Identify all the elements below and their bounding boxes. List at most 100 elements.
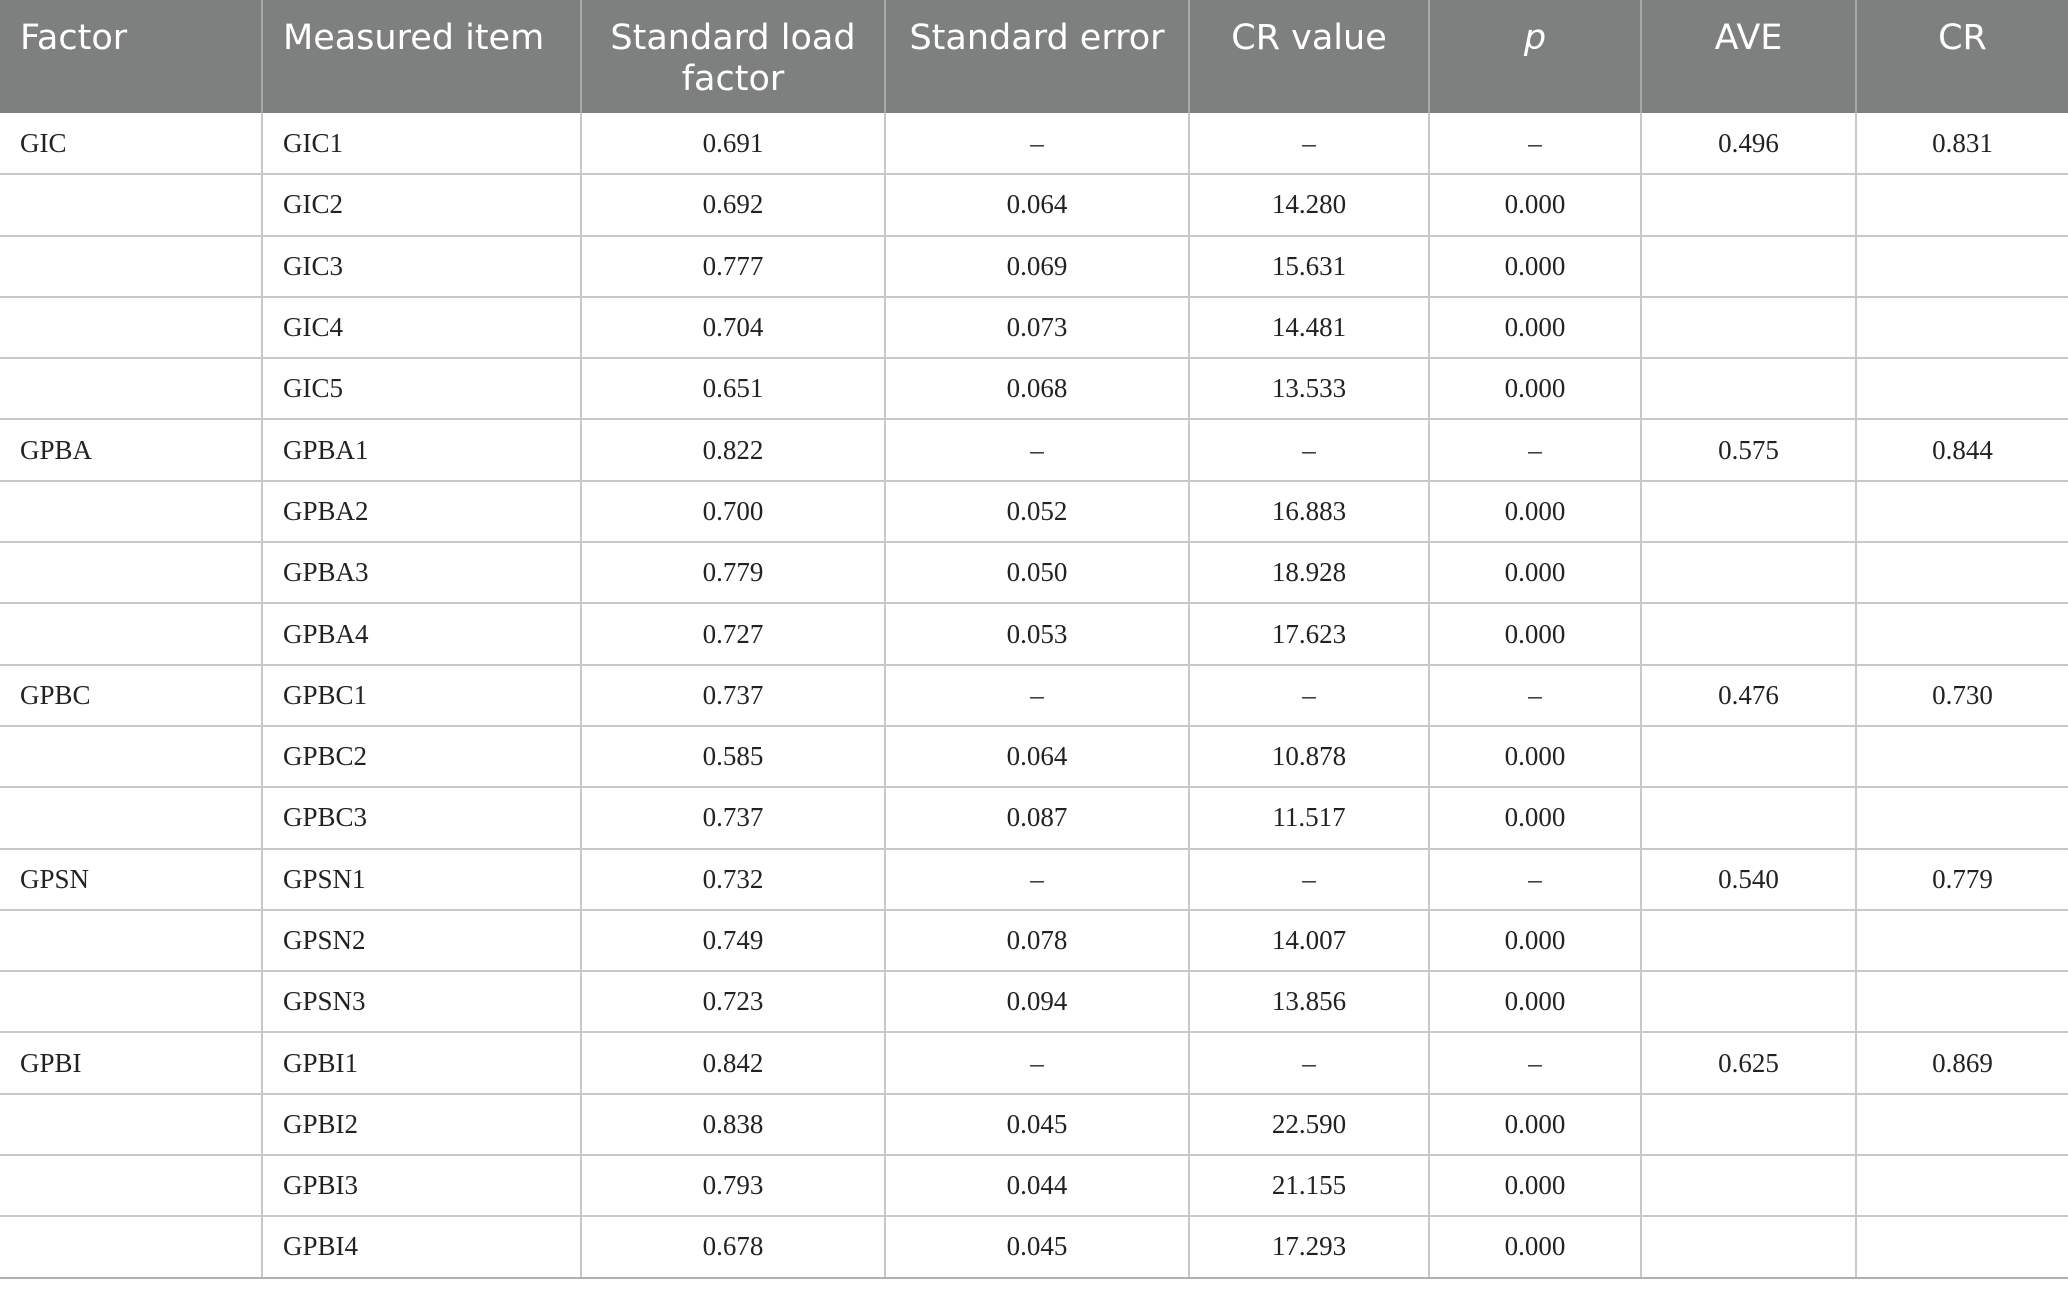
header-cr-value: CR value <box>1189 0 1430 113</box>
ave-cell: 0.496 <box>1641 113 1857 176</box>
factor-cell: GPBC <box>0 664 263 727</box>
load-factor-cell: 0.692 <box>581 174 886 237</box>
standard-error-cell: 0.052 <box>885 480 1190 544</box>
ave-cell <box>1641 603 1857 666</box>
load-factor-cell: 0.793 <box>581 1155 886 1218</box>
table-row: GIC GIC1 0.691– – –0.496 0.831 <box>0 113 2068 176</box>
p-value-cell: 0.000 <box>1429 480 1642 544</box>
ave-cell <box>1641 1216 1857 1279</box>
cr-value-cell: – <box>1189 848 1430 911</box>
load-factor-cell: 0.737 <box>581 664 886 727</box>
p-value-cell: 0.000 <box>1429 1155 1642 1218</box>
measured-item-cell: GPBI3 <box>262 1155 582 1218</box>
ave-cell: 0.540 <box>1641 848 1857 911</box>
measured-item-cell: GPBA1 <box>262 419 582 482</box>
standard-error-cell: – <box>885 419 1190 482</box>
header-row: Factor Measured item Standard load facto… <box>0 0 2068 113</box>
table-row: GPBI GPBI1 0.842– – –0.625 0.869 <box>0 1032 2068 1095</box>
standard-error-cell: – <box>885 1032 1190 1095</box>
cr-value-cell: 16.883 <box>1189 480 1430 544</box>
cr-value-cell: 14.481 <box>1189 296 1430 360</box>
ave-cell <box>1641 1155 1857 1218</box>
factor-cell <box>0 787 263 850</box>
factor-cell <box>0 296 263 360</box>
standard-error-cell: 0.069 <box>885 235 1190 298</box>
measured-item-cell: GIC3 <box>262 235 582 298</box>
measured-item-cell: GPBC1 <box>262 664 582 727</box>
ave-cell <box>1641 358 1857 421</box>
p-value-cell: 0.000 <box>1429 787 1642 850</box>
table-row: GPBC3 0.737 0.087 11.517 0.000 <box>0 787 2068 850</box>
measured-item-cell: GPSN1 <box>262 848 582 911</box>
load-factor-cell: 0.737 <box>581 787 886 850</box>
table-row: GPBC2 0.585 0.064 10.878 0.000 <box>0 725 2068 789</box>
ave-cell: 0.625 <box>1641 1032 1857 1095</box>
p-value-cell: 0.000 <box>1429 296 1642 360</box>
cr-cell <box>1856 358 2068 421</box>
cr-value-cell: 13.533 <box>1189 358 1430 421</box>
measured-item-cell: GPBA2 <box>262 480 582 544</box>
cr-cell: 0.844 <box>1856 419 2068 482</box>
ave-cell <box>1641 787 1857 850</box>
measured-item-cell: GPSN3 <box>262 971 582 1034</box>
load-factor-cell: 0.723 <box>581 971 886 1034</box>
ave-cell: 0.476 <box>1641 664 1857 727</box>
factor-cell <box>0 1155 263 1218</box>
table-row: GPSN3 0.723 0.094 13.856 0.000 <box>0 971 2068 1034</box>
p-value-cell: – <box>1429 848 1642 911</box>
cr-value-cell: 13.856 <box>1189 971 1430 1034</box>
ave-cell <box>1641 296 1857 360</box>
factor-cell <box>0 603 263 666</box>
load-factor-cell: 0.749 <box>581 909 886 973</box>
p-value-cell: – <box>1429 419 1642 482</box>
table-row: GPBC GPBC1 0.737– – –0.476 0.730 <box>0 664 2068 727</box>
cr-value-cell: 14.280 <box>1189 174 1430 237</box>
cr-cell <box>1856 787 2068 850</box>
cr-cell: 0.869 <box>1856 1032 2068 1095</box>
cr-cell: 0.831 <box>1856 113 2068 176</box>
factor-cell <box>0 909 263 973</box>
table-body: GIC GIC1 0.691– – –0.496 0.831 GIC2 0.692 0.064 1… <box>0 113 2068 1279</box>
table-row: GPBA3 0.779 0.050 18.928 0.000 <box>0 542 2068 605</box>
table-header: Factor Measured item Standard load facto… <box>0 0 2068 113</box>
ave-cell: 0.575 <box>1641 419 1857 482</box>
p-value-cell: – <box>1429 664 1642 727</box>
cr-cell <box>1856 542 2068 605</box>
p-value-cell: 0.000 <box>1429 909 1642 973</box>
standard-error-cell: 0.073 <box>885 296 1190 360</box>
standard-error-cell: 0.078 <box>885 909 1190 973</box>
table-row: GPSN2 0.749 0.078 14.007 0.000 <box>0 909 2068 973</box>
p-value-cell: 0.000 <box>1429 235 1642 298</box>
ave-cell <box>1641 909 1857 973</box>
cr-value-cell: 15.631 <box>1189 235 1430 298</box>
measured-item-cell: GIC1 <box>262 113 582 176</box>
load-factor-cell: 0.700 <box>581 480 886 544</box>
factor-cell <box>0 971 263 1034</box>
factor-cell <box>0 174 263 237</box>
cr-value-cell: – <box>1189 664 1430 727</box>
cr-cell <box>1856 296 2068 360</box>
factor-cell <box>0 542 263 605</box>
load-factor-cell: 0.822 <box>581 419 886 482</box>
cr-cell <box>1856 1093 2068 1157</box>
ave-cell <box>1641 480 1857 544</box>
cr-value-cell: 10.878 <box>1189 725 1430 789</box>
cr-cell <box>1856 909 2068 973</box>
standard-error-cell: 0.064 <box>885 725 1190 789</box>
p-value-cell: – <box>1429 1032 1642 1095</box>
load-factor-cell: 0.779 <box>581 542 886 605</box>
ave-cell <box>1641 971 1857 1034</box>
header-p-label: p <box>1523 18 1547 58</box>
header-cr: CR <box>1856 0 2068 113</box>
load-factor-cell: 0.777 <box>581 235 886 298</box>
cr-value-cell: 17.623 <box>1189 603 1430 666</box>
cr-value-cell: 17.293 <box>1189 1216 1430 1279</box>
cr-value-cell: – <box>1189 113 1430 176</box>
table-row: GPBA2 0.700 0.052 16.883 0.000 <box>0 480 2068 544</box>
measured-item-cell: GIC4 <box>262 296 582 360</box>
measured-item-cell: GPBI2 <box>262 1093 582 1157</box>
header-p: p <box>1429 0 1642 113</box>
standard-error-cell: 0.064 <box>885 174 1190 237</box>
standard-error-cell: 0.045 <box>885 1216 1190 1279</box>
p-value-cell: 0.000 <box>1429 971 1642 1034</box>
